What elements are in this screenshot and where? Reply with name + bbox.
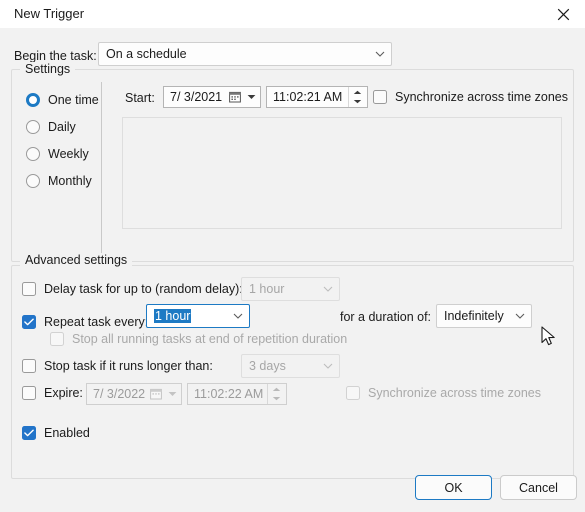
chevron-down-icon xyxy=(369,51,391,58)
repeat-task-label: Repeat task every: xyxy=(44,315,149,329)
expire-date-dropdown-icon xyxy=(166,391,181,397)
start-date-value: 7/ 3/2021 xyxy=(170,90,223,104)
expire-label: Expire: xyxy=(44,386,83,400)
check-icon xyxy=(24,318,34,326)
calendar-icon-glyph xyxy=(229,91,241,103)
stop-longer-label: Stop task if it runs longer than: xyxy=(44,359,213,373)
close-icon-glyph xyxy=(557,8,569,20)
radio-monthly-indicator xyxy=(26,174,40,188)
calendar-icon-glyph xyxy=(150,388,162,400)
sync-time-zones-label: Synchronize across time zones xyxy=(395,90,568,104)
radio-daily-label: Daily xyxy=(48,120,76,134)
delay-task-combobox: 1 hour xyxy=(241,277,340,301)
enabled-checkbox[interactable]: Enabled xyxy=(22,426,90,440)
spinner-up-icon[interactable] xyxy=(353,88,362,97)
calendar-icon[interactable] xyxy=(225,91,245,103)
expire-time-value: 11:02:22 AM xyxy=(194,387,264,401)
delay-task-box xyxy=(22,282,36,296)
settings-group-title: Settings xyxy=(20,62,76,76)
duration-label: for a duration of: xyxy=(340,310,432,324)
advanced-settings-group-title: Advanced settings xyxy=(20,253,133,267)
sync-time-zones-checkbox[interactable]: Synchronize across time zones xyxy=(373,90,568,104)
window-title: New Trigger xyxy=(14,6,85,21)
chevron-down-icon xyxy=(227,313,249,320)
chevron-down-icon xyxy=(509,313,531,320)
check-icon xyxy=(24,429,34,437)
stop-all-tasks-box xyxy=(50,332,64,346)
ok-button[interactable]: OK xyxy=(415,475,492,500)
sync-time-zones-box xyxy=(373,90,387,104)
radio-daily-indicator xyxy=(26,120,40,134)
duration-combobox[interactable]: Indefinitely xyxy=(436,304,532,328)
stop-longer-box xyxy=(22,359,36,373)
chevron-down-icon xyxy=(317,363,339,370)
begin-task-value: On a schedule xyxy=(106,47,187,61)
spinner-down-icon xyxy=(272,394,281,403)
close-icon[interactable] xyxy=(541,0,585,28)
radio-weekly-label: Weekly xyxy=(48,147,89,161)
radio-monthly-label: Monthly xyxy=(48,174,92,188)
stop-longer-checkbox[interactable]: Stop task if it runs longer than: xyxy=(22,359,213,373)
dialog-body: Begin the task: On a schedule Settings O… xyxy=(0,28,585,512)
radio-weekly[interactable]: Weekly xyxy=(26,147,89,161)
start-time-input[interactable]: 11:02:21 AM xyxy=(266,86,368,108)
radio-one-time[interactable]: One time xyxy=(26,93,99,107)
repeat-task-value: 1 hour xyxy=(154,309,192,323)
start-time-value: 11:02:21 AM xyxy=(273,90,343,104)
repeat-task-checkbox[interactable]: Repeat task every: xyxy=(22,315,148,329)
radio-daily[interactable]: Daily xyxy=(26,120,76,134)
expire-time-spinner xyxy=(267,384,285,404)
expire-date-input: 7/ 3/2022 xyxy=(86,383,182,405)
radio-monthly[interactable]: Monthly xyxy=(26,174,92,188)
spinner-down-icon[interactable] xyxy=(353,97,362,106)
title-bar: New Trigger xyxy=(0,0,585,28)
expire-box xyxy=(22,386,36,400)
new-trigger-dialog: New Trigger Begin the task: On a schedul… xyxy=(0,0,585,512)
expire-sync-time-zones-checkbox: Synchronize across time zones xyxy=(346,386,541,400)
cancel-button[interactable]: Cancel xyxy=(500,475,577,500)
duration-value: Indefinitely xyxy=(444,309,504,323)
stop-longer-value: 3 days xyxy=(249,359,286,373)
stop-all-tasks-label: Stop all running tasks at end of repetit… xyxy=(72,332,348,346)
expire-date-value: 7/ 3/2022 xyxy=(93,387,146,401)
repeat-task-box xyxy=(22,315,36,329)
begin-task-combobox[interactable]: On a schedule xyxy=(98,42,392,66)
start-date-input[interactable]: 7/ 3/2021 xyxy=(163,86,261,108)
radio-one-time-label: One time xyxy=(48,93,99,107)
enabled-box xyxy=(22,426,36,440)
start-label: Start: xyxy=(125,91,155,105)
delay-task-checkbox[interactable]: Delay task for up to (random delay): xyxy=(22,282,243,296)
delay-task-value: 1 hour xyxy=(249,282,285,296)
stop-all-tasks-checkbox: Stop all running tasks at end of repetit… xyxy=(50,332,347,346)
settings-divider xyxy=(101,82,102,254)
calendar-icon xyxy=(146,388,166,400)
delay-task-label: Delay task for up to (random delay): xyxy=(44,282,243,296)
expire-time-input: 11:02:22 AM xyxy=(187,383,287,405)
chevron-down-icon xyxy=(317,286,339,293)
radio-weekly-indicator xyxy=(26,147,40,161)
expire-checkbox[interactable]: Expire: xyxy=(22,386,83,400)
start-date-dropdown-icon[interactable] xyxy=(245,94,260,100)
expire-sync-label: Synchronize across time zones xyxy=(368,386,541,400)
stop-longer-combobox: 3 days xyxy=(241,354,340,378)
expire-sync-box xyxy=(346,386,360,400)
enabled-label: Enabled xyxy=(44,426,90,440)
radio-one-time-indicator xyxy=(26,93,40,107)
repeat-task-combobox[interactable]: 1 hour xyxy=(146,304,250,328)
schedule-detail-panel xyxy=(122,117,562,229)
start-time-spinner[interactable] xyxy=(348,87,366,107)
spinner-up-icon xyxy=(272,385,281,394)
